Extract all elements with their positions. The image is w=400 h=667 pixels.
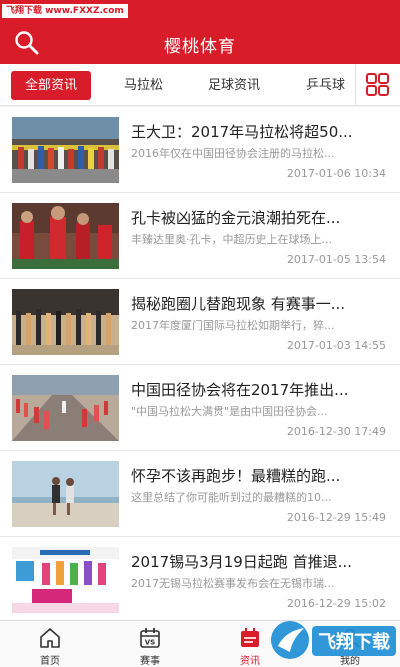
- news-date: 2017-01-03 14:55: [286, 339, 386, 352]
- news-date: 2016-12-29 15:02: [286, 597, 386, 610]
- nav-label: 首页: [40, 656, 60, 667]
- news-item[interactable]: 王大卫：2017年马拉松将超50... 2016年仅在中国田径协会注册的马拉松.…: [0, 107, 400, 193]
- app-header: 飞翔下载 www.FXXZ.com 樱桃体育: [0, 0, 400, 64]
- tab-all-news[interactable]: 全部资讯: [11, 71, 92, 100]
- news-item[interactable]: 怀孕不该再跑步！最糟糕的跑... 这里总结了你可能听到过的最糟糕的10... 2…: [0, 451, 400, 537]
- app-root: 飞翔下载 www.FXXZ.com 樱桃体育 全部资讯 马拉松 足球资讯 乒乓球: [0, 0, 400, 667]
- home-icon: [40, 628, 60, 648]
- category-grid-button[interactable]: [356, 64, 400, 105]
- page-title: 樱桃体育: [164, 37, 236, 57]
- site-logo-text: 飞翔下载: [318, 631, 390, 653]
- news-date: 2016-12-30 17:49: [286, 425, 386, 438]
- news-summary: 2016年仅在中国田径协会注册的马拉松...: [131, 147, 335, 160]
- news-item[interactable]: 中国田径协会将在2017年推出... "中国马拉松大满贯"是由中国田径协会...…: [0, 365, 400, 451]
- news-title: 2017锡马3月19日起跑 首推退...: [131, 553, 352, 571]
- news-thumbnail: [12, 203, 119, 269]
- news-summary: 丰臻达里奥·孔卡，中超历史上在球场上...: [131, 233, 332, 246]
- news-thumbnail: [12, 375, 119, 441]
- news-title: 孔卡被凶猛的金元浪潮拍死在...: [131, 209, 341, 227]
- news-title: 王大卫：2017年马拉松将超50...: [131, 123, 353, 141]
- grid-icon: [366, 73, 389, 96]
- news-date: 2017-01-06 10:34: [286, 167, 386, 180]
- news-thumbnail: [12, 461, 119, 527]
- nav-label: 赛事: [140, 656, 160, 667]
- news-item[interactable]: 揭秘跑圈儿替跑现象 有赛事一... 2017年度厦门国际马拉松如期举行，猝...…: [0, 279, 400, 365]
- news-list: 王大卫：2017年马拉松将超50... 2016年仅在中国田径协会注册的马拉松.…: [0, 107, 400, 620]
- category-tabs: 全部资讯 马拉松 足球资讯 乒乓球: [0, 64, 400, 106]
- tab-table-tennis[interactable]: 乒乓球: [306, 71, 345, 100]
- news-thumbnail: [12, 117, 119, 183]
- news-title: 揭秘跑圈儿替跑现象 有赛事一...: [131, 295, 346, 313]
- news-item[interactable]: 2017锡马3月19日起跑 首推退... 2017无锡马拉松赛事发布会在无锡市瑞…: [0, 537, 400, 620]
- nav-events[interactable]: VS 赛事: [100, 621, 200, 667]
- news-date: 2016-12-29 15:49: [286, 511, 386, 524]
- tab-football[interactable]: 足球资讯: [208, 71, 260, 100]
- news-summary: 2017年度厦门国际马拉松如期举行，猝...: [131, 319, 335, 332]
- svg-text:VS: VS: [145, 639, 155, 647]
- news-summary: 这里总结了你可能听到过的最糟糕的10...: [131, 491, 332, 504]
- news-thumbnail: [12, 547, 119, 613]
- news-title: 中国田径协会将在2017年推出...: [131, 381, 349, 399]
- news-date: 2017-01-05 13:54: [286, 253, 386, 266]
- news-item[interactable]: 孔卡被凶猛的金元浪潮拍死在... 丰臻达里奥·孔卡，中超历史上在球场上... 2…: [0, 193, 400, 279]
- site-logo-watermark: 飞翔下载: [271, 621, 396, 659]
- news-calendar-icon: [241, 628, 259, 647]
- news-summary: "中国马拉松大满贯"是由中国田径协会...: [131, 405, 328, 418]
- news-summary: 2017无锡马拉松赛事发布会在无锡市瑞...: [131, 577, 335, 590]
- calendar-vs-icon: VS: [140, 628, 160, 648]
- tab-marathon[interactable]: 马拉松: [124, 71, 163, 100]
- watermark-label: 飞翔下载 www.FXXZ.com: [2, 4, 128, 18]
- news-thumbnail: [12, 289, 119, 355]
- news-title: 怀孕不该再跑步！最糟糕的跑...: [131, 467, 341, 485]
- nav-home[interactable]: 首页: [0, 621, 100, 667]
